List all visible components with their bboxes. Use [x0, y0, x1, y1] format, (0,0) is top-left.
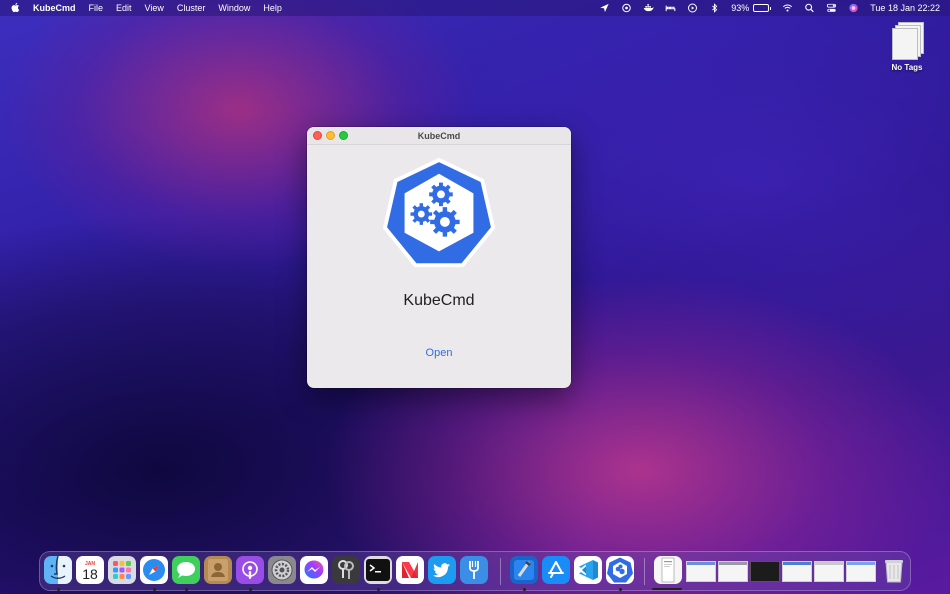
window-thumbnail-4[interactable]	[782, 561, 812, 582]
kubecmd-window: KubeCmd KubeCmd Open	[307, 127, 571, 388]
control-center-icon[interactable]	[826, 3, 837, 13]
kubecmd-dock-icon[interactable]	[606, 556, 634, 584]
app-title: KubeCmd	[403, 292, 475, 309]
messages-icon[interactable]	[172, 556, 200, 584]
minimize-window-button[interactable]	[326, 131, 335, 140]
battery-indicator[interactable]: 93%	[731, 3, 772, 13]
messenger-icon[interactable]	[300, 556, 328, 584]
window-thumbnail-6[interactable]	[846, 561, 876, 582]
desktop-file-no-tags[interactable]: No Tags	[884, 22, 930, 72]
window-thumbnail-2[interactable]	[718, 561, 748, 582]
battery-icon	[753, 4, 770, 12]
safari-icon[interactable]	[140, 556, 168, 584]
bed-icon[interactable]	[665, 3, 676, 13]
system-preferences-icon[interactable]	[268, 556, 296, 584]
finder-icon[interactable]	[44, 556, 72, 584]
menu-app-name[interactable]: KubeCmd	[33, 3, 76, 13]
calendar-day: 18	[82, 565, 98, 582]
wifi-icon[interactable]	[782, 3, 793, 13]
desktop-file-label: No Tags	[891, 63, 923, 72]
apple-menu-icon[interactable]	[10, 2, 20, 15]
close-window-button[interactable]	[313, 131, 322, 140]
bluetooth-icon[interactable]	[709, 3, 720, 13]
kubecmd-logo-icon	[382, 157, 496, 268]
menu-edit[interactable]: Edit	[116, 3, 132, 13]
terminal-icon[interactable]	[364, 556, 392, 584]
window-thumbnail-5[interactable]	[814, 561, 844, 582]
menu-cluster[interactable]: Cluster	[177, 3, 206, 13]
news-icon[interactable]	[396, 556, 424, 584]
document-stack-icon	[891, 22, 924, 60]
podcasts-icon[interactable]	[236, 556, 264, 584]
keychain-access-icon[interactable]	[332, 556, 360, 584]
docker-icon[interactable]	[643, 3, 654, 13]
menu-window[interactable]: Window	[218, 3, 250, 13]
menu-bar: KubeCmd File Edit View Cluster Window He…	[0, 0, 950, 16]
siri-icon[interactable]	[848, 3, 859, 13]
trash-icon[interactable]	[880, 556, 908, 584]
menu-clock[interactable]: Tue 18 Jan 22:22	[870, 3, 940, 13]
window-thumbnail-1[interactable]	[686, 561, 716, 582]
launchpad-icon[interactable]	[108, 556, 136, 584]
dock: JAN 18	[39, 551, 911, 591]
vscode-icon[interactable]	[574, 556, 602, 584]
xcode-instruments-icon[interactable]	[510, 556, 538, 584]
spotlight-search-icon[interactable]	[804, 3, 815, 13]
menu-file[interactable]: File	[89, 3, 104, 13]
menu-view[interactable]: View	[145, 3, 164, 13]
window-titlebar[interactable]: KubeCmd	[307, 127, 571, 145]
location-icon[interactable]	[599, 3, 610, 13]
window-thumbnail-3[interactable]	[750, 561, 780, 582]
twitter-icon[interactable]	[428, 556, 456, 584]
open-button[interactable]: Open	[307, 347, 571, 359]
contacts-icon[interactable]	[204, 556, 232, 584]
play-circle-icon[interactable]	[687, 3, 698, 13]
document-thumbnail-1[interactable]	[654, 556, 682, 584]
fork-icon[interactable]	[460, 556, 488, 584]
zoom-window-button[interactable]	[339, 131, 348, 140]
menu-help[interactable]: Help	[263, 3, 282, 13]
calendar-icon[interactable]: JAN 18	[76, 556, 104, 584]
kube-status-icon[interactable]	[621, 3, 632, 13]
app-store-icon[interactable]	[542, 556, 570, 584]
battery-percent: 93%	[731, 3, 750, 13]
